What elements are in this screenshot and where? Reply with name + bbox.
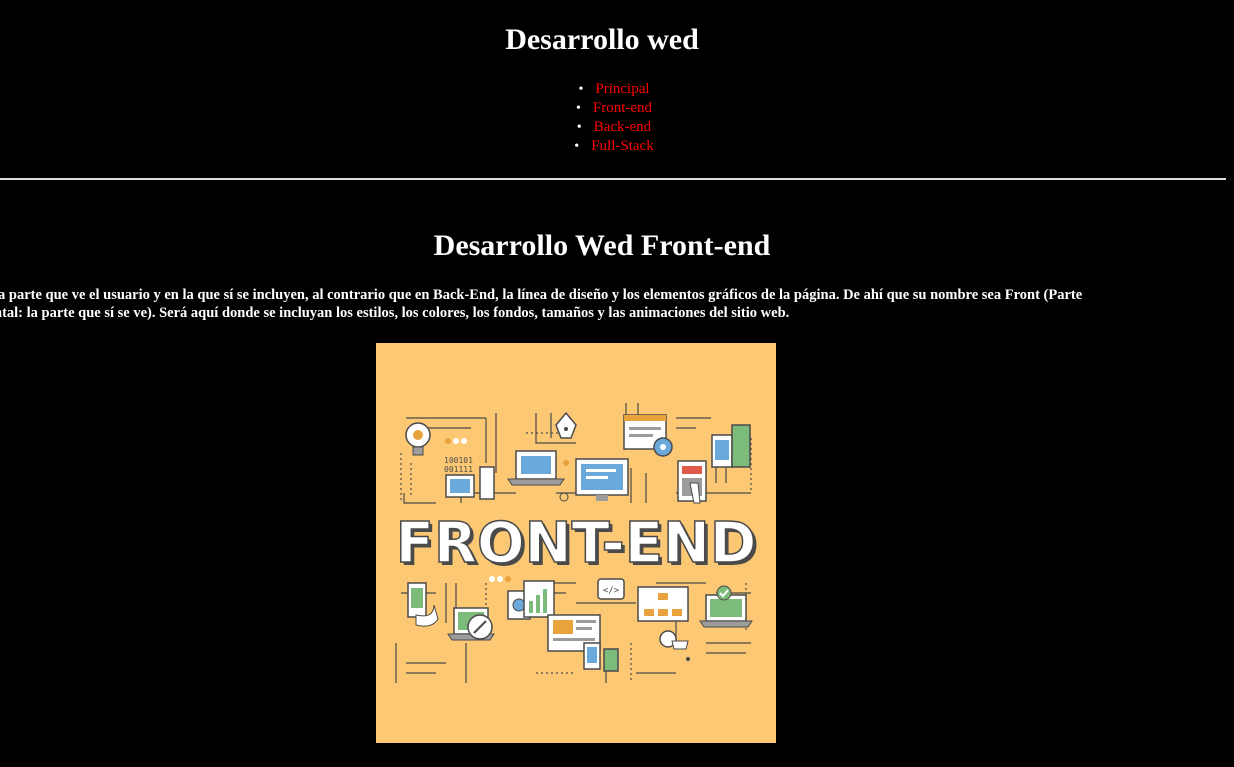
intro-paragraph: la parte que ve el usuario y en la que s… — [0, 286, 1206, 322]
intro-line-2: ntal: la parte que sí se ve). Será aquí … — [0, 305, 790, 321]
nav-item-back-end: Back-end — [0, 118, 1228, 137]
nav-link-front-end[interactable]: Front-end — [593, 100, 652, 116]
binary-text-1: 100101 — [444, 456, 473, 465]
nav-item-full-stack: Full-Stack — [0, 137, 1228, 156]
intro-line-1: la parte que ve el usuario y en la que s… — [0, 287, 1083, 303]
header-divider — [0, 178, 1226, 180]
accent-dots-middle — [489, 576, 511, 582]
laptop-link-icon — [447, 607, 495, 641]
nav-item-principal: Principal — [0, 80, 1228, 99]
tablet-touch-icon — [677, 460, 707, 504]
code-icon-text: </> — [603, 586, 620, 596]
nav-link-principal[interactable]: Principal — [595, 81, 649, 97]
binary-text-2: 001111 — [444, 465, 473, 474]
gear-icon — [653, 437, 673, 457]
section-title: Desarrollo Wed Front-end — [433, 229, 771, 262]
monitor-icon — [575, 458, 629, 501]
page: Desarrollo wed Principal Front-end Back-… — [0, 0, 1234, 767]
nav-link-back-end[interactable]: Back-end — [594, 119, 651, 135]
nav-link-full-stack[interactable]: Full-Stack — [591, 138, 654, 154]
front-end-illustration: 100101 001111 FRONT-END FRONT-END </> — [376, 343, 776, 743]
code-bubble-icon: </> — [597, 578, 625, 600]
laptop-icon — [507, 450, 565, 486]
sitemap-window-icon — [637, 586, 689, 622]
site-title: Desarrollo wed — [505, 23, 699, 56]
nav-item-front-end: Front-end — [0, 99, 1228, 118]
main-nav: Principal Front-end Back-end Full-Stack — [0, 80, 1228, 156]
front-end-illustration-svg: 100101 001111 FRONT-END FRONT-END </> — [376, 343, 776, 743]
front-end-word: FRONT-END — [396, 511, 757, 576]
